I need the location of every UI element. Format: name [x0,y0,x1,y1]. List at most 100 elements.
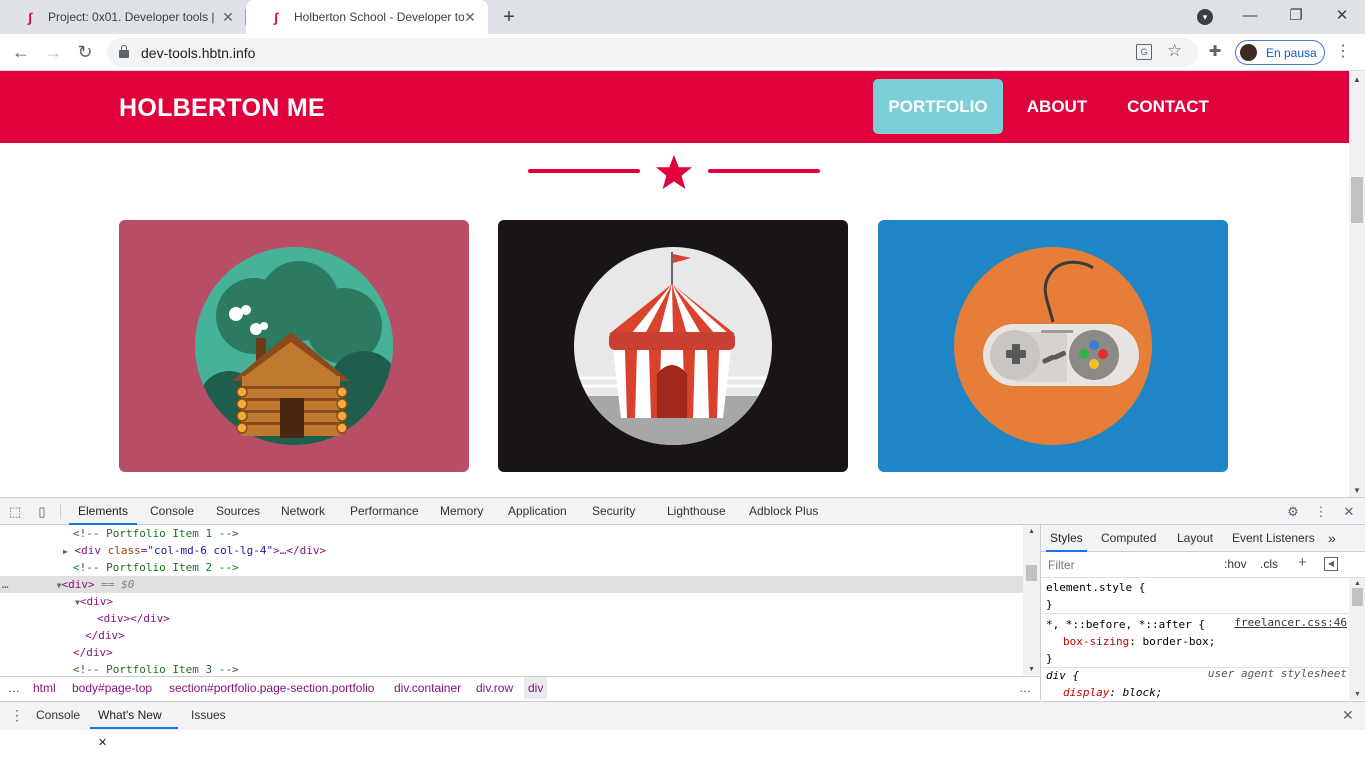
scrollbar-thumb[interactable] [1026,565,1037,581]
close-icon[interactable]: ✕ [462,9,478,25]
tab-styles[interactable]: Styles [1046,525,1087,552]
toggle-sidebar-icon[interactable]: ◀ [1324,557,1338,571]
kebab-menu-icon[interactable]: ⋮ [1312,503,1330,521]
cls-toggle[interactable]: .cls [1260,557,1278,571]
restore-icon[interactable]: ❐ [1273,0,1319,34]
tab-security[interactable]: Security [592,498,635,525]
scroll-down-icon[interactable]: ▼ [1028,666,1035,673]
breadcrumb-item[interactable]: html [33,677,56,699]
scroll-down-icon[interactable]: ▼ [1354,691,1361,698]
minimize-icon[interactable]: — [1227,0,1273,34]
tab-elements[interactable]: Elements [69,498,137,525]
triangle-right-icon[interactable]: ▶ [63,547,68,556]
dom-node[interactable]: ▼<div> [0,593,1023,610]
scroll-up-icon[interactable]: ▲ [1354,580,1361,587]
elements-tree[interactable]: <!-- Portfolio Item 1 --> ▶ <div class="… [0,525,1023,675]
arrow-right-icon[interactable]: → [39,38,67,66]
device-toolbar-icon[interactable]: ▯ [33,503,51,521]
puzzle-icon[interactable]: ✚ [1206,43,1224,61]
css-rule-div[interactable]: user agent stylesheet div { display: blo… [1041,667,1351,701]
close-icon[interactable]: ✕ [98,737,107,749]
hov-toggle[interactable]: :hov [1224,557,1247,571]
elements-scrollbar[interactable]: ▲ ▼ [1023,525,1040,675]
browser-tab[interactable]: ∫ Project: 0x01. Developer tools | H ✕ [0,0,246,34]
breadcrumb-item[interactable]: body#page-top [72,677,152,699]
dom-node[interactable]: </div> [0,627,1023,644]
inspect-element-icon[interactable]: ⬚ [6,503,24,521]
url-text[interactable]: dev-tools.hbtn.info [141,45,255,61]
close-icon[interactable]: ✕ [220,9,236,25]
css-property[interactable]: display [1063,686,1109,699]
css-source-link[interactable]: freelancer.css:46 [1234,616,1347,629]
nav-link-contact[interactable]: CONTACT [1115,79,1221,134]
portfolio-item-cabin[interactable] [119,220,469,472]
kebab-menu-icon[interactable]: ⋮ [1333,42,1353,62]
tab-performance[interactable]: Performance [350,498,419,525]
css-rule-element-style[interactable]: element.style { } [1041,579,1351,614]
drawer-tab-issues[interactable]: Issues [191,702,226,729]
dom-node-selected[interactable]: … ▼<div> == $0 [0,576,1023,593]
breadcrumb-item[interactable]: div.container [394,677,461,699]
drawer-tab-console[interactable]: Console [36,702,80,729]
tab-memory[interactable]: Memory [440,498,483,525]
new-tab-button[interactable]: + [498,6,520,28]
dom-node[interactable]: <!-- Portfolio Item 3 --> [0,661,1023,675]
arrow-left-icon[interactable]: ← [7,38,35,66]
tab-network[interactable]: Network [281,498,325,525]
css-value[interactable]: border-box; [1142,635,1215,648]
portfolio-item-game-controller[interactable] [878,220,1228,472]
breadcrumb-ellipsis[interactable]: … [8,677,20,699]
tab-search-icon[interactable]: ▾ [1197,9,1213,25]
css-property[interactable]: box-sizing [1063,635,1129,648]
close-window-icon[interactable]: ✕ [1319,0,1365,34]
tab-application[interactable]: Application [508,498,567,525]
breadcrumb-item[interactable]: section#portfolio.page-section.portfolio [169,677,374,699]
breadcrumb-ellipsis[interactable]: … [1019,677,1031,699]
portfolio-item-circus-tent[interactable] [498,220,848,472]
tab-event-listeners[interactable]: Event Listeners [1232,525,1315,552]
tab-lighthouse[interactable]: Lighthouse [667,498,726,525]
cabin-illustration [195,247,393,445]
css-rule-universal[interactable]: freelancer.css:46 *, *::before, *::after… [1041,616,1351,668]
translate-icon[interactable]: G [1136,44,1152,60]
reload-icon[interactable]: ↻ [71,38,99,66]
breadcrumb-item[interactable]: div.row [476,677,513,699]
dom-node[interactable]: ▶ <div class="col-md-6 col-lg-4">…</div> [0,542,1023,559]
tab-layout[interactable]: Layout [1177,525,1213,552]
scroll-up-icon[interactable]: ▲ [1353,75,1361,84]
tab-adblock-plus[interactable]: Adblock Plus [749,498,818,525]
browser-tab-active[interactable]: ∫ Holberton School - Developer to ✕ [246,0,488,34]
scroll-down-icon[interactable]: ▼ [1353,486,1361,495]
profile-button[interactable]: En pausa [1235,40,1325,65]
chevron-double-right-icon[interactable]: » [1328,525,1336,552]
styles-scrollbar[interactable]: ▲ ▼ [1349,578,1365,700]
address-bar[interactable]: dev-tools.hbtn.info G ☆ [107,38,1198,67]
styles-filter-input[interactable] [1045,555,1213,574]
dom-ellipsis[interactable]: … [0,578,9,591]
dom-node[interactable]: <div></div> [0,610,1023,627]
dom-node[interactable]: <!-- Portfolio Item 2 --> [0,559,1023,576]
nav-link-portfolio[interactable]: PORTFOLIO [873,79,1003,134]
tab-console[interactable]: Console [150,498,194,525]
star-outline-icon[interactable]: ☆ [1167,41,1182,61]
nav-link-about[interactable]: ABOUT [1014,79,1100,134]
gear-icon[interactable]: ⚙ [1284,503,1302,521]
lock-icon[interactable] [119,45,129,58]
plus-icon[interactable]: + [1298,554,1307,571]
breadcrumb-item-current[interactable]: div [524,677,548,699]
page-scrollbar[interactable]: ▲ ▼ [1349,71,1365,497]
dom-node[interactable]: <!-- Portfolio Item 1 --> [0,525,1023,542]
dom-node[interactable]: </div> [0,644,1023,661]
scrollbar-thumb[interactable] [1351,177,1363,223]
tab-computed[interactable]: Computed [1101,525,1156,552]
kebab-menu-icon[interactable]: ⋮ [10,707,24,724]
scroll-up-icon[interactable]: ▲ [1028,528,1035,535]
css-value[interactable]: block; [1123,686,1163,699]
site-brand[interactable]: HOLBERTON ME [119,94,325,123]
tab-sources[interactable]: Sources [216,498,260,525]
close-icon[interactable]: ✕ [1342,707,1354,724]
dom-comment: <!-- Portfolio Item 3 --> [73,663,239,675]
scrollbar-thumb[interactable] [1352,588,1363,606]
drawer-tab-whats-new[interactable]: What's New ✕ [90,702,178,749]
close-icon[interactable]: ✕ [1340,503,1358,521]
